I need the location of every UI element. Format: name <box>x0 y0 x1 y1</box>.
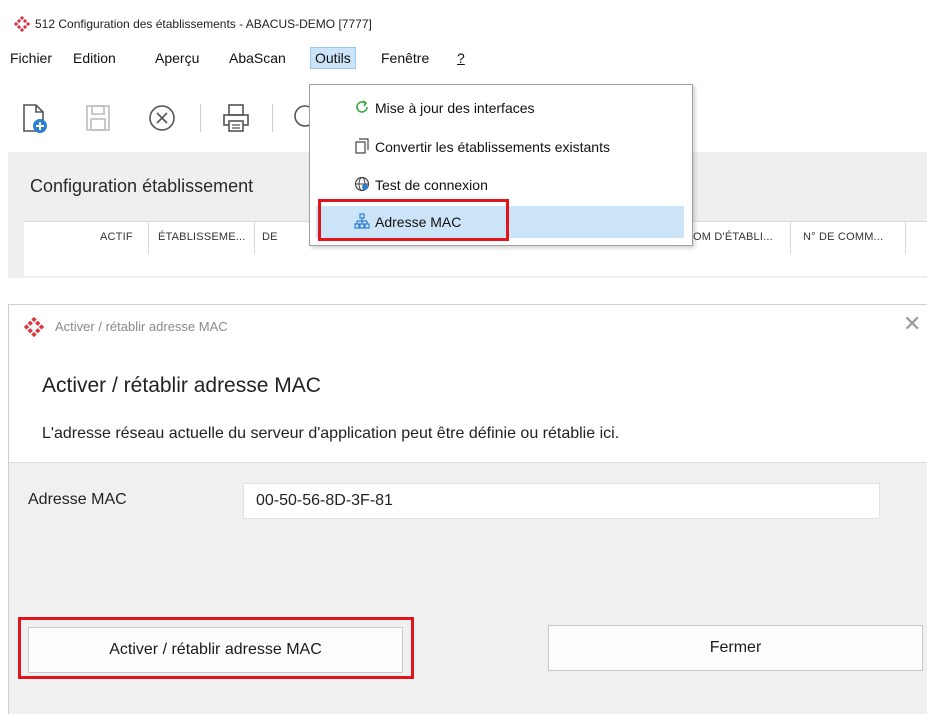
menu-fichier[interactable]: Fichier <box>10 50 52 66</box>
connection-test-icon <box>354 176 370 192</box>
cancel-icon[interactable] <box>146 102 178 134</box>
column-numero-commande[interactable]: N° DE COMM... <box>803 231 883 243</box>
dialog-title: Activer / rétablir adresse MAC <box>55 319 228 334</box>
annotation-highlight-box <box>318 199 509 241</box>
convert-icon <box>355 138 369 154</box>
menu-abascan[interactable]: AbaScan <box>229 50 286 66</box>
column-description[interactable]: DE <box>262 231 278 243</box>
app-logo-icon <box>24 317 44 337</box>
menu-apercu[interactable]: Aperçu <box>155 50 199 66</box>
save-icon[interactable] <box>82 102 114 134</box>
window-title: 512 Configuration des établissements - A… <box>35 17 372 31</box>
menu-edition[interactable]: Edition <box>73 50 116 66</box>
close-button[interactable]: Fermer <box>548 625 923 671</box>
close-icon[interactable]: ✕ <box>903 313 921 335</box>
section-title: Configuration établissement <box>30 176 254 196</box>
menu-item-label: Convertir les établissements existants <box>375 139 610 155</box>
dialog-heading: Activer / rétablir adresse MAC <box>42 374 321 397</box>
activate-mac-button[interactable]: Activer / rétablir adresse MAC <box>28 627 403 673</box>
menu-fenetre[interactable]: Fenêtre <box>381 50 429 66</box>
refresh-icon <box>356 100 368 113</box>
mac-address-label: Adresse MAC <box>28 491 127 508</box>
menu-outils[interactable]: Outils <box>310 47 356 69</box>
menu-item-convertir[interactable]: Convertir les établissements existants <box>316 131 684 161</box>
column-separator <box>790 222 791 254</box>
grid-body <box>24 256 927 276</box>
column-actif[interactable]: ACTIF <box>100 231 133 243</box>
column-nom-etablissement[interactable]: OM D'ÉTABLI... <box>693 231 773 243</box>
dialog-description: L'adresse réseau actuelle du serveur d'a… <box>42 425 620 442</box>
menu-item-label: Mise à jour des interfaces <box>375 100 535 116</box>
dialog-header <box>9 350 927 463</box>
new-document-icon[interactable] <box>18 102 50 134</box>
menubar: Fichier Edition Aperçu AbaScan Outils Fe… <box>0 44 927 72</box>
print-icon[interactable] <box>220 102 252 134</box>
menu-item-test-connexion[interactable]: Test de connexion <box>316 169 684 199</box>
column-separator <box>905 222 906 254</box>
column-separator <box>148 222 149 254</box>
app-logo-icon <box>14 16 30 32</box>
menu-item-label: Test de connexion <box>375 177 488 193</box>
mac-address-input[interactable] <box>243 483 880 519</box>
column-separator <box>254 222 255 254</box>
column-etablissement[interactable]: ÉTABLISSEME... <box>158 231 246 243</box>
menu-help[interactable]: ? <box>457 50 465 66</box>
toolbar-separator <box>272 104 273 132</box>
menu-item-mise-a-jour[interactable]: Mise à jour des interfaces <box>316 92 684 122</box>
toolbar-separator <box>200 104 201 132</box>
